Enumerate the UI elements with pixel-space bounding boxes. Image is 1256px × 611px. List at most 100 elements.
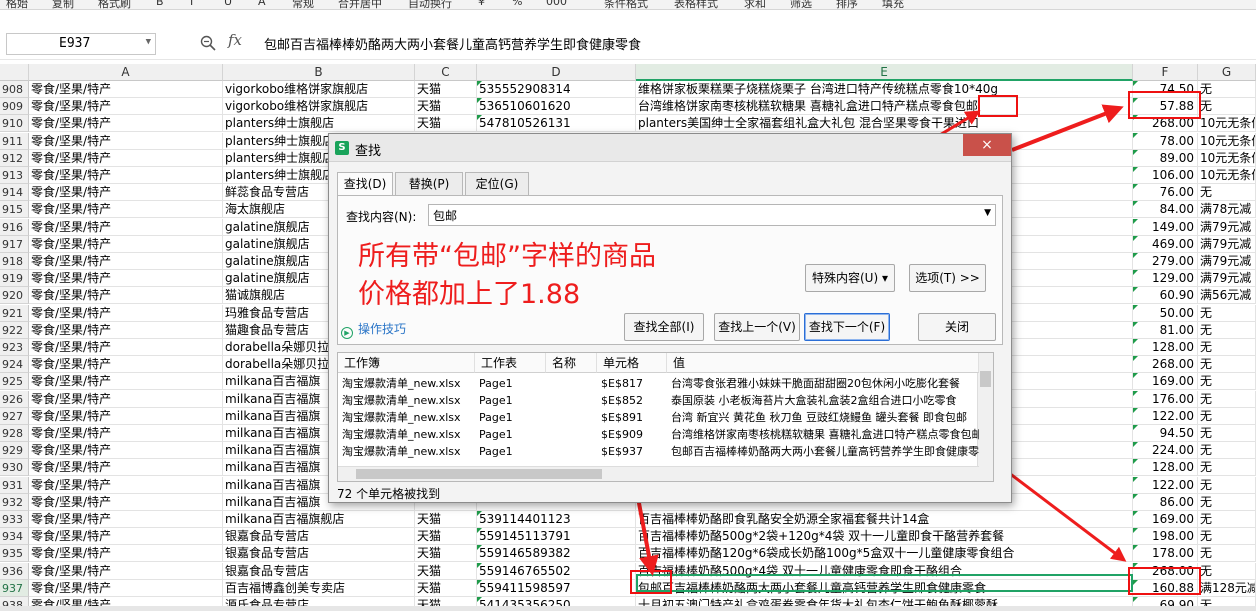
cell-f[interactable]: 198.00 xyxy=(1133,528,1198,545)
column-header-A[interactable]: A xyxy=(29,64,223,81)
row-header[interactable]: 936 xyxy=(0,563,29,580)
results-table[interactable]: 工作簿 工作表 名称 单元格值淘宝爆款清单_new.xlsx Page1 $E$817 台湾… xyxy=(337,352,994,482)
results-header-value[interactable]: 值 xyxy=(667,353,979,373)
cell-f[interactable]: 76.00 xyxy=(1133,184,1198,201)
toolbar-item[interactable]: 格式刷 xyxy=(98,0,131,9)
toolbar-item[interactable]: A xyxy=(258,0,266,8)
cell-g[interactable]: 无 xyxy=(1198,322,1256,339)
cell-e[interactable]: planters美国绅士全家福套组礼盒大礼包 混合坚果零食干果进口 xyxy=(636,115,1133,132)
cell-a[interactable]: 零食/坚果/特产 xyxy=(29,545,223,562)
cell-a[interactable]: 零食/坚果/特产 xyxy=(29,459,223,476)
cell-g[interactable]: 无 xyxy=(1198,408,1256,425)
cell-c[interactable]: 天猫 xyxy=(415,545,477,562)
chevron-down-icon[interactable]: ▼ xyxy=(146,37,151,47)
cell-d[interactable]: 536510601620 xyxy=(477,98,636,115)
row-header[interactable]: 937 xyxy=(0,580,29,597)
cell-a[interactable]: 零食/坚果/特产 xyxy=(29,511,223,528)
formula-content[interactable]: 包邮百吉福棒棒奶酪两大两小套餐儿童高钙营养学生即食健康零食 xyxy=(264,34,641,53)
result-sheet[interactable]: Page1 xyxy=(475,392,546,409)
find-next-button[interactable]: 查找下一个(F) xyxy=(804,313,890,341)
result-value[interactable]: 台湾维格饼家南枣核桃糕软糖果 喜糖礼盒进口特产糕点零食包邮 xyxy=(667,426,979,443)
toolbar-item[interactable]: 条件格式 xyxy=(604,0,648,9)
column-header-C[interactable]: C xyxy=(415,64,477,81)
row-header[interactable]: 931 xyxy=(0,477,29,494)
tab-goto[interactable]: 定位(G) xyxy=(465,172,529,196)
cell-c[interactable]: 天猫 xyxy=(415,98,477,115)
cell-a[interactable]: 零食/坚果/特产 xyxy=(29,81,223,98)
result-cell[interactable]: $E$909 xyxy=(597,426,667,443)
cell-g[interactable]: 无 xyxy=(1198,391,1256,408)
row-header[interactable]: 909 xyxy=(0,98,29,115)
cell-g[interactable]: 无 xyxy=(1198,477,1256,494)
cell-c[interactable]: 天猫 xyxy=(415,115,477,132)
tab-replace[interactable]: 替换(P) xyxy=(395,172,463,196)
toolbar-item[interactable]: 格始 xyxy=(6,0,28,9)
result-sheet[interactable]: Page1 xyxy=(475,375,546,392)
cell-g[interactable]: 满128元减 xyxy=(1198,580,1256,597)
row-header[interactable]: 922 xyxy=(0,322,29,339)
cell-g[interactable]: 无 xyxy=(1198,373,1256,390)
row-header[interactable]: 912 xyxy=(0,150,29,167)
cell-f[interactable]: 178.00 xyxy=(1133,545,1198,562)
zoom-icon[interactable] xyxy=(200,35,216,51)
scroll-thumb[interactable] xyxy=(356,469,602,479)
find-all-button[interactable]: 查找全部(I) xyxy=(624,313,704,341)
results-horizontal-scrollbar[interactable] xyxy=(338,466,979,481)
cell-b[interactable]: 银嘉食品专营店 xyxy=(223,545,415,562)
result-book[interactable]: 淘宝爆款清单_new.xlsx xyxy=(338,443,475,460)
cell-b[interactable]: 百吉福博鑫创美专卖店 xyxy=(223,580,415,597)
cell-f[interactable]: 50.00 xyxy=(1133,305,1198,322)
cell-g[interactable]: 满56元减 xyxy=(1198,287,1256,304)
cell-b[interactable]: planters绅士旗舰店 xyxy=(223,115,415,132)
cell-f[interactable]: 86.00 xyxy=(1133,494,1198,511)
cell-b[interactable]: 银嘉食品专营店 xyxy=(223,563,415,580)
name-box[interactable]: E937 ▼ xyxy=(6,33,156,55)
cell-a[interactable]: 零食/坚果/特产 xyxy=(29,356,223,373)
cell-f[interactable]: 279.00 xyxy=(1133,253,1198,270)
cell-f[interactable]: 60.90 xyxy=(1133,287,1198,304)
results-vertical-scrollbar[interactable] xyxy=(977,353,993,481)
cell-a[interactable]: 零食/坚果/特产 xyxy=(29,477,223,494)
cell-e[interactable]: 维格饼家板栗糕栗子烧糕烧栗子 台湾进口特产传统糕点零食10*40g xyxy=(636,81,1133,98)
cell-f[interactable]: 81.00 xyxy=(1133,322,1198,339)
cell-d[interactable]: 535552908314 xyxy=(477,81,636,98)
result-name[interactable] xyxy=(546,443,597,460)
row-header[interactable]: 924 xyxy=(0,356,29,373)
special-content-button[interactable]: 特殊内容(U) ▾ xyxy=(805,264,895,292)
cell-c[interactable]: 天猫 xyxy=(415,563,477,580)
cell-a[interactable]: 零食/坚果/特产 xyxy=(29,98,223,115)
cell-g[interactable]: 无 xyxy=(1198,425,1256,442)
cell-a[interactable]: 零食/坚果/特产 xyxy=(29,528,223,545)
toolbar-item[interactable]: 填充 xyxy=(882,0,904,9)
row-header[interactable]: 926 xyxy=(0,391,29,408)
cell-c[interactable]: 天猫 xyxy=(415,511,477,528)
cell-a[interactable]: 零食/坚果/特产 xyxy=(29,494,223,511)
result-book[interactable]: 淘宝爆款清单_new.xlsx xyxy=(338,409,475,426)
row-header[interactable]: 920 xyxy=(0,287,29,304)
fx-icon[interactable]: fx xyxy=(228,31,242,49)
row-header[interactable]: 915 xyxy=(0,201,29,218)
cell-a[interactable]: 零食/坚果/特产 xyxy=(29,373,223,390)
row-header[interactable]: 930 xyxy=(0,459,29,476)
tab-find[interactable]: 查找(D) xyxy=(337,172,393,197)
toolbar-item[interactable]: 合并居中 xyxy=(338,0,382,9)
cell-d[interactable]: 539114401123 xyxy=(477,511,636,528)
row-header[interactable]: 929 xyxy=(0,442,29,459)
cell-f[interactable]: 122.00 xyxy=(1133,477,1198,494)
cell-e[interactable]: 百吉福棒棒奶酪500g*2袋+120g*4袋 双十一儿童即食干酪营养套餐 xyxy=(636,528,1133,545)
result-book[interactable]: 淘宝爆款清单_new.xlsx xyxy=(338,375,475,392)
cell-a[interactable]: 零食/坚果/特产 xyxy=(29,253,223,270)
toolbar-item[interactable]: 常规 xyxy=(292,0,314,9)
cell-a[interactable]: 零食/坚果/特产 xyxy=(29,305,223,322)
cell-f[interactable]: 84.00 xyxy=(1133,201,1198,218)
find-input[interactable]: 包邮 ▼ xyxy=(428,204,996,226)
result-cell[interactable]: $E$852 xyxy=(597,392,667,409)
cell-a[interactable]: 零食/坚果/特产 xyxy=(29,339,223,356)
row-header[interactable]: 917 xyxy=(0,236,29,253)
cell-b[interactable]: vigorkobo维格饼家旗舰店 xyxy=(223,81,415,98)
cell-a[interactable]: 零食/坚果/特产 xyxy=(29,408,223,425)
cell-g[interactable]: 满79元减 xyxy=(1198,253,1256,270)
result-name[interactable] xyxy=(546,409,597,426)
toolbar-item[interactable]: B xyxy=(156,0,164,8)
cell-f[interactable]: 169.00 xyxy=(1133,373,1198,390)
